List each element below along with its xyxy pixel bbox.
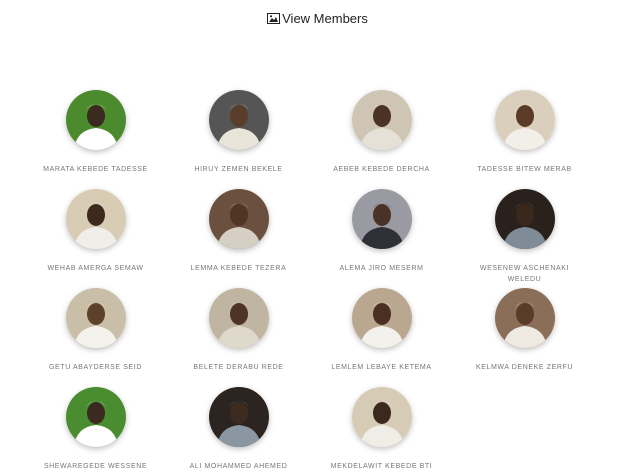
photo-face — [229, 402, 248, 424]
member-avatar[interactable] — [351, 288, 412, 348]
member-name[interactable]: ALI MOHAMMED AHEMED — [179, 461, 299, 472]
member-card[interactable]: ALEMA JIRO MESERM — [310, 189, 453, 288]
photo-face — [372, 105, 391, 127]
member-photo — [208, 90, 269, 150]
member-name[interactable]: LEMLEM LEBAYE KETEMA — [322, 362, 442, 373]
photo-face — [372, 303, 391, 325]
member-avatar[interactable] — [494, 90, 555, 150]
member-card[interactable]: AEBEB KEBEDE DERCHA — [310, 90, 453, 189]
page-header: View Members — [0, 11, 635, 26]
image-icon — [267, 13, 281, 24]
member-card[interactable]: HIRUY ZEMEN BEKELE — [167, 90, 310, 189]
member-card[interactable]: WESENEW ASCHENAKI WELEDU — [453, 189, 596, 288]
member-name[interactable]: GETU ABAYDERSE SEID — [36, 362, 156, 373]
member-avatar[interactable] — [208, 90, 269, 150]
member-photo — [208, 387, 269, 447]
member-photo — [65, 387, 126, 447]
photo-face — [229, 105, 248, 127]
members-grid: MARATA KEBEDE TADESSE HIRUY ZEMEN BEKELE A… — [24, 90, 624, 476]
photo-face — [515, 105, 534, 127]
member-photo — [65, 189, 126, 249]
photo-face — [515, 303, 534, 325]
photo-face — [86, 204, 105, 226]
member-photo — [494, 288, 555, 348]
member-avatar[interactable] — [351, 189, 412, 249]
photo-face — [86, 105, 105, 127]
member-name[interactable]: MEKDELAWIT KEBEDE BTI — [322, 461, 442, 472]
member-photo — [208, 189, 269, 249]
member-name[interactable]: TADESSE BITEW MERAB — [465, 164, 585, 175]
member-avatar[interactable] — [65, 189, 126, 249]
member-card[interactable]: MARATA KEBEDE TADESSE — [24, 90, 167, 189]
member-name[interactable]: BELETE DERABU REDE — [179, 362, 299, 373]
member-card[interactable]: WEHAB AMERGA SEMAW — [24, 189, 167, 288]
member-card[interactable]: LEMMA KEBEDE TEZERA — [167, 189, 310, 288]
member-name[interactable]: SHEWAREGEDE WESSENE — [36, 461, 156, 472]
member-name[interactable]: ALEMA JIRO MESERM — [322, 263, 442, 274]
member-photo — [65, 90, 126, 150]
member-avatar[interactable] — [65, 288, 126, 348]
member-photo — [494, 189, 555, 249]
member-name[interactable]: WEHAB AMERGA SEMAW — [36, 263, 156, 274]
photo-face — [372, 402, 391, 424]
page-title: View Members — [282, 11, 368, 26]
member-photo — [351, 189, 412, 249]
member-card[interactable]: TADESSE BITEW MERAB — [453, 90, 596, 189]
member-card[interactable]: ALI MOHAMMED AHEMED — [167, 387, 310, 476]
member-avatar[interactable] — [65, 387, 126, 447]
member-photo — [65, 288, 126, 348]
member-avatar[interactable] — [351, 90, 412, 150]
member-card[interactable]: MEKDELAWIT KEBEDE BTI — [310, 387, 453, 476]
member-photo — [208, 288, 269, 348]
member-avatar[interactable] — [494, 288, 555, 348]
member-photo — [494, 90, 555, 150]
photo-face — [229, 303, 248, 325]
member-avatar[interactable] — [208, 387, 269, 447]
member-name[interactable]: LEMMA KEBEDE TEZERA — [179, 263, 299, 274]
member-name[interactable]: AEBEB KEBEDE DERCHA — [322, 164, 442, 175]
member-avatar[interactable] — [65, 90, 126, 150]
member-card[interactable]: SHEWAREGEDE WESSENE — [24, 387, 167, 476]
member-name[interactable]: HIRUY ZEMEN BEKELE — [179, 164, 299, 175]
member-name[interactable]: MARATA KEBEDE TADESSE — [36, 164, 156, 175]
member-avatar[interactable] — [494, 189, 555, 249]
photo-face — [515, 204, 534, 226]
member-card[interactable]: KELMWA DENEKE ZERFU — [453, 288, 596, 387]
member-card[interactable]: GETU ABAYDERSE SEID — [24, 288, 167, 387]
member-name[interactable]: KELMWA DENEKE ZERFU — [465, 362, 585, 373]
photo-face — [229, 204, 248, 226]
member-name[interactable]: WESENEW ASCHENAKI WELEDU — [465, 263, 585, 285]
photo-face — [372, 204, 391, 226]
member-photo — [351, 90, 412, 150]
photo-face — [86, 303, 105, 325]
member-avatar[interactable] — [351, 387, 412, 447]
member-photo — [351, 387, 412, 447]
member-avatar[interactable] — [208, 288, 269, 348]
member-photo — [351, 288, 412, 348]
photo-face — [86, 402, 105, 424]
member-card[interactable]: BELETE DERABU REDE — [167, 288, 310, 387]
member-card[interactable]: LEMLEM LEBAYE KETEMA — [310, 288, 453, 387]
member-avatar[interactable] — [208, 189, 269, 249]
